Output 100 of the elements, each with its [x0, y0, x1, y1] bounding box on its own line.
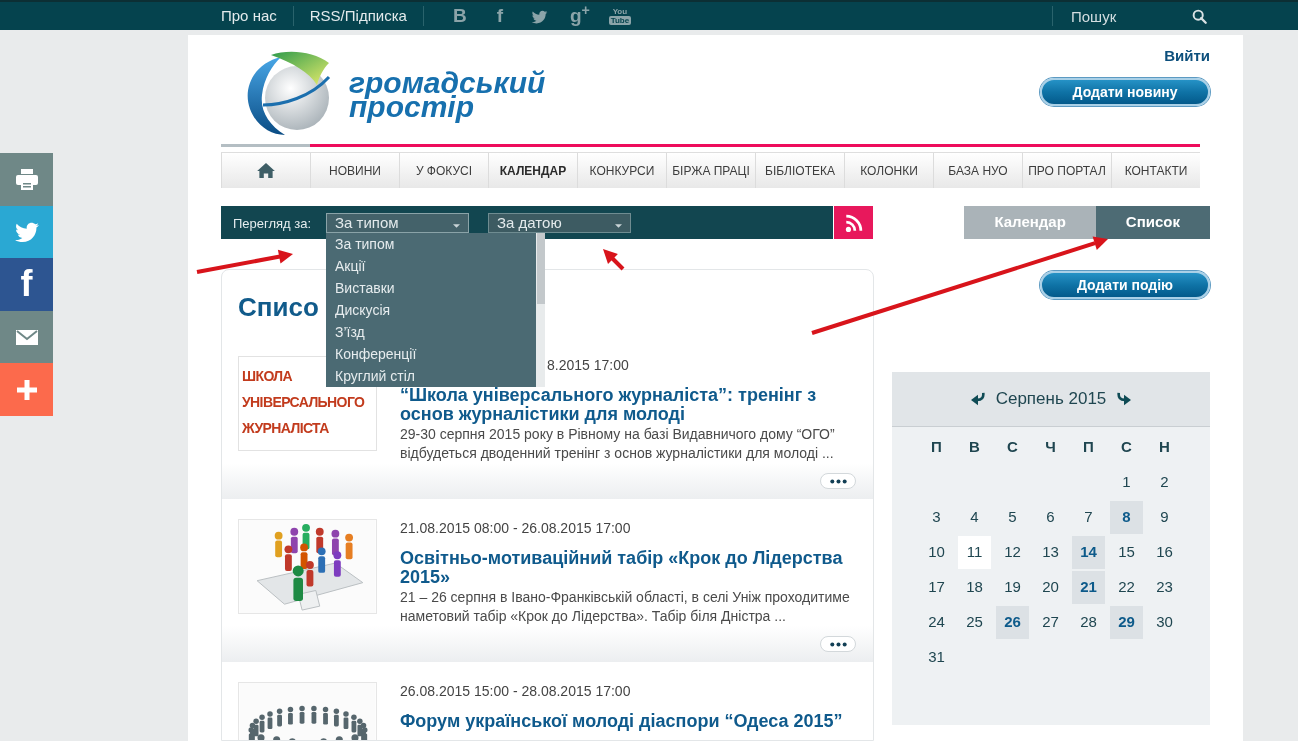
nav-item[interactable]: БІРЖА ПРАЦІ [666, 153, 755, 188]
dropdown-option[interactable]: Акції [326, 254, 370, 277]
calendar-day[interactable]: 27 [1034, 606, 1067, 639]
share-button[interactable] [0, 205, 53, 259]
top-bar-link[interactable]: RSS/Підписка [309, 6, 407, 26]
calendar-day[interactable]: 12 [996, 536, 1029, 569]
dropdown-option[interactable]: Круглий стіл [326, 364, 419, 387]
rss-button[interactable] [834, 206, 873, 239]
calendar-day[interactable]: 17 [920, 571, 953, 604]
bird-icon [13, 220, 40, 244]
calendar-day[interactable]: 7 [1072, 501, 1105, 534]
next-arrow-icon[interactable] [1117, 392, 1132, 406]
add-news-button[interactable]: Додати новину [1040, 78, 1210, 106]
nav-item[interactable]: ПРО ПОРТАЛ [1022, 153, 1111, 188]
calendar-day[interactable]: 3 [920, 501, 953, 534]
nav-item[interactable]: НОВИНИ [310, 153, 399, 188]
calendar-day[interactable]: 8 [1110, 501, 1143, 534]
dropdown-option[interactable]: За типом [326, 232, 399, 255]
calendar-day[interactable]: 26 [996, 606, 1029, 639]
weekday-label: С [1121, 437, 1132, 458]
ellipsis-icon [829, 641, 847, 647]
search-field[interactable]: Пошук [1053, 4, 1188, 28]
calendar-day[interactable]: 14 [1072, 536, 1105, 569]
dropdown-select[interactable]: За датою [488, 212, 631, 233]
calendar-day[interactable]: 29 [1110, 606, 1143, 639]
calendar-day[interactable]: 19 [996, 571, 1029, 604]
dropdown-option[interactable]: Дискусія [326, 298, 395, 321]
page-heading: Списо [238, 292, 319, 322]
nav-item[interactable]: БАЗА НУО [933, 153, 1022, 188]
more-share-button[interactable] [0, 363, 53, 416]
ellipsis-icon [829, 478, 847, 484]
prev-arrow-icon[interactable] [970, 392, 985, 406]
calendar-day[interactable]: 9 [1148, 501, 1181, 534]
event-description: 29-30 серпня 2015 року в Рівному на базі Видавничого дому “ОГО” відбудеться дводенний тренінг з основ журналістики для молоді ... [400, 425, 836, 463]
dropdown-option[interactable]: З’їзд [326, 320, 369, 343]
event-date: 8.2015 17:00 [547, 356, 629, 374]
calendar-day[interactable]: 4 [958, 501, 991, 534]
dropdown-select[interactable]: За типом [326, 212, 469, 233]
weekday-label: С [1007, 437, 1018, 458]
calendar-day[interactable]: 15 [1110, 536, 1143, 569]
scrollbar[interactable] [536, 232, 545, 387]
calendar-day[interactable]: 31 [920, 641, 953, 674]
annotation-arrow [603, 249, 625, 271]
calendar-day[interactable]: 24 [920, 606, 953, 639]
nav-item[interactable]: КОНТАКТИ [1111, 153, 1200, 188]
search-icon[interactable] [1191, 8, 1207, 24]
calendar-day[interactable]: 6 [1034, 501, 1067, 534]
weekday-label: П [931, 437, 942, 458]
calendar-day[interactable]: 20 [1034, 571, 1067, 604]
add-event-button[interactable]: Додати подію [1040, 271, 1210, 299]
weekday-label: В [969, 437, 980, 458]
logo-text[interactable]: You [612, 7, 628, 16]
more-button[interactable] [820, 473, 856, 489]
social-link[interactable]: g$^{+}$ [569, 6, 590, 26]
nav-item[interactable]: КОЛОНКИ [844, 153, 933, 188]
home-icon [257, 163, 275, 178]
calendar-day[interactable]: 22 [1110, 571, 1143, 604]
dropdown-option[interactable]: Виставки [326, 276, 399, 299]
dropdown-option[interactable]: Конференції [326, 342, 421, 365]
social-link[interactable]: f [496, 6, 504, 26]
logout-link[interactable]: Вийти [1164, 46, 1210, 66]
calendar-day[interactable]: 10 [920, 536, 953, 569]
calendar-day[interactable]: 23 [1148, 571, 1181, 604]
calendar-day[interactable]: 25 [958, 606, 991, 639]
view-tab[interactable]: Список [1095, 206, 1210, 239]
calendar-day[interactable]: 5 [996, 501, 1029, 534]
more-button[interactable] [820, 636, 856, 652]
calendar-day[interactable]: 21 [1072, 571, 1105, 604]
event-title[interactable]: Форум української молоді діаспори “Одеса 2015” [400, 712, 862, 731]
event-title[interactable]: “Школа універсального журналіста”: тренінг з основ журналістики для молоді [400, 386, 862, 424]
share-button[interactable]: f [0, 258, 53, 311]
nav-item[interactable] [221, 153, 310, 188]
event-date: 21.08.2015 08:00 - 26.08.2015 17:00 [400, 519, 631, 537]
nav-item[interactable]: КАЛЕНДАР [488, 153, 577, 188]
logo-badge[interactable]: Tube [608, 15, 632, 25]
plus-icon [16, 379, 37, 400]
calendar-day[interactable]: 28 [1072, 606, 1105, 639]
event-title[interactable]: Освітньо-мотиваційний табір «Крок до Лідерства 2015» [400, 549, 862, 587]
envelope-icon [14, 328, 39, 347]
calendar-day[interactable]: 18 [958, 571, 991, 604]
event-date: 26.08.2015 15:00 - 28.08.2015 17:00 [400, 682, 631, 700]
calendar-day[interactable]: 1 [1110, 466, 1143, 499]
weekday-label: Ч [1045, 437, 1056, 458]
calendar-day[interactable]: 30 [1148, 606, 1181, 639]
bird-icon[interactable] [531, 8, 549, 24]
calendar-day[interactable]: 2 [1148, 466, 1181, 499]
nav-item[interactable]: КОНКУРСИ [577, 153, 666, 188]
email-button[interactable] [0, 310, 53, 364]
print-button[interactable] [0, 153, 53, 206]
top-bar-link[interactable]: Про нас [221, 6, 277, 26]
event-description: 21 – 26 серпня в Івано-Франківській області, в селі Уніж проходитиме наметовий табір «Крок до Лідерства». Табір біля Дністра ... [400, 588, 851, 626]
calendar-day[interactable]: 11 [958, 536, 991, 569]
nav-item[interactable]: БІБЛІОТЕКА [755, 153, 844, 188]
calendar-day[interactable]: 13 [1034, 536, 1067, 569]
caret-icon [453, 223, 460, 228]
social-link[interactable]: В [453, 6, 467, 26]
nav-item[interactable]: У ФОКУСІ [399, 153, 488, 188]
caret-icon [615, 223, 622, 228]
scrollbar-thumb[interactable] [537, 232, 545, 304]
calendar-day[interactable]: 16 [1148, 536, 1181, 569]
